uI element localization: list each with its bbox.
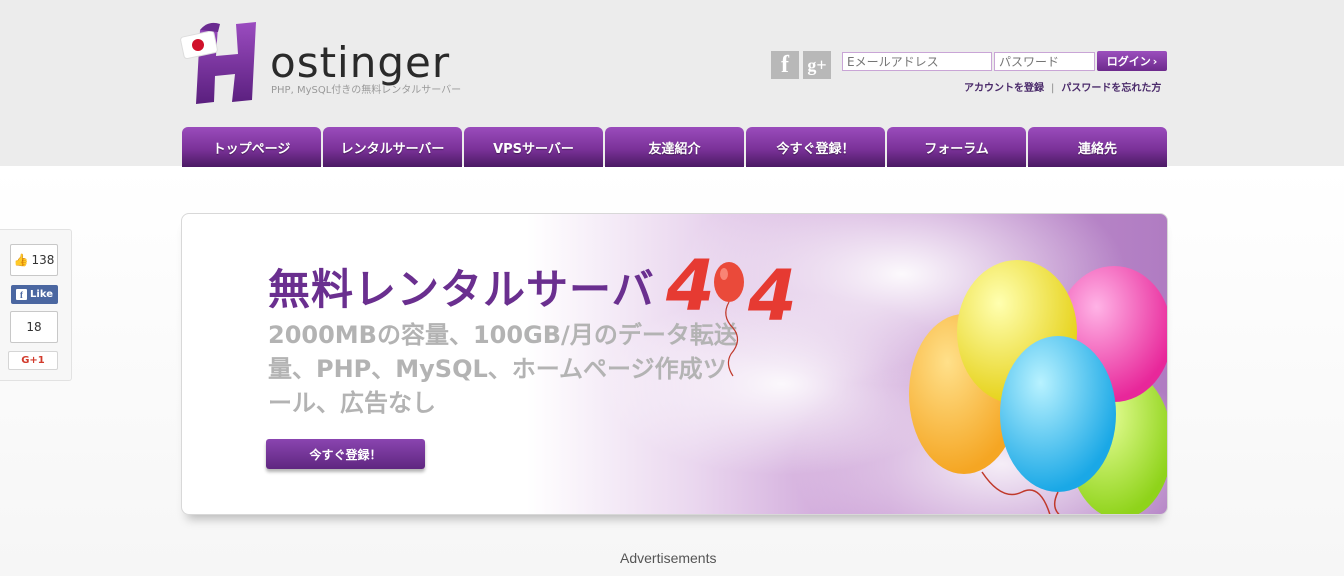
facebook-icon: f [16,289,28,300]
svg-text:4: 4 [665,245,715,327]
google-plus-icon[interactable]: g+ [803,51,831,79]
like-label: Like [30,289,53,300]
like-count-bubble: 👍 138 [10,244,58,276]
nav-item-referral[interactable]: 友達紹介 [605,127,744,167]
nav-item-contact[interactable]: 連絡先 [1028,127,1167,167]
nav-item-rental-server[interactable]: レンタルサーバー [323,127,462,167]
register-now-button[interactable]: 今すぐ登録！ [266,439,425,469]
404-balloon-icon: 4 4 [665,245,797,377]
like-count: 138 [31,253,55,267]
facebook-icon[interactable]: f [771,51,799,79]
site-logo[interactable]: ostinger PHP, MySQL付きの無料レンタルサーバー [178,18,478,106]
svg-text:4: 4 [747,255,797,337]
plus-count-bubble: 18 [10,311,58,343]
email-field[interactable] [842,52,992,71]
password-field[interactable] [994,52,1095,71]
link-separator: | [1051,83,1055,94]
nav-item-register[interactable]: 今すぐ登録！ [746,127,885,167]
nav-item-vps[interactable]: VPSサーバー [464,127,603,167]
banner-title: 無料レンタルサーバ [268,265,655,314]
main-nav: トップページ レンタルサーバー VPSサーバー 友達紹介 今すぐ登録！ フォーラ… [182,127,1167,167]
logo-tagline: PHP, MySQL付きの無料レンタルサーバー [271,85,462,96]
forgot-password-link[interactable]: パスワードを忘れた方 [1061,83,1161,94]
register-link[interactable]: アカウントを登録 [964,83,1044,94]
login-button[interactable]: ログイン › [1097,51,1167,71]
balloons-icon [909,260,1167,514]
arrow-right-icon: › [1152,54,1158,68]
account-links: アカウントを登録 | パスワードを忘れた方 [964,79,1161,94]
plus-count: 18 [26,320,42,334]
thumbs-up-icon: 👍 [13,253,29,267]
hero-banner: 無料レンタルサーバ 2000MBの容量、100GB/月のデータ転送量、PHP、M… [181,213,1168,515]
share-sidebar: 👍 138 f Like 18 G+1 [0,229,72,381]
nav-item-forum[interactable]: フォーラム [887,127,1026,167]
login-button-label: ログイン [1106,55,1151,68]
facebook-like-button[interactable]: f Like [11,285,58,304]
advertisements-label: Advertisements [620,550,717,566]
logo-wordmark: ostinger [270,38,451,87]
google-plus-one-button[interactable]: G+1 [8,351,58,370]
logo-h-icon [180,22,256,104]
nav-item-top[interactable]: トップページ [182,127,321,167]
